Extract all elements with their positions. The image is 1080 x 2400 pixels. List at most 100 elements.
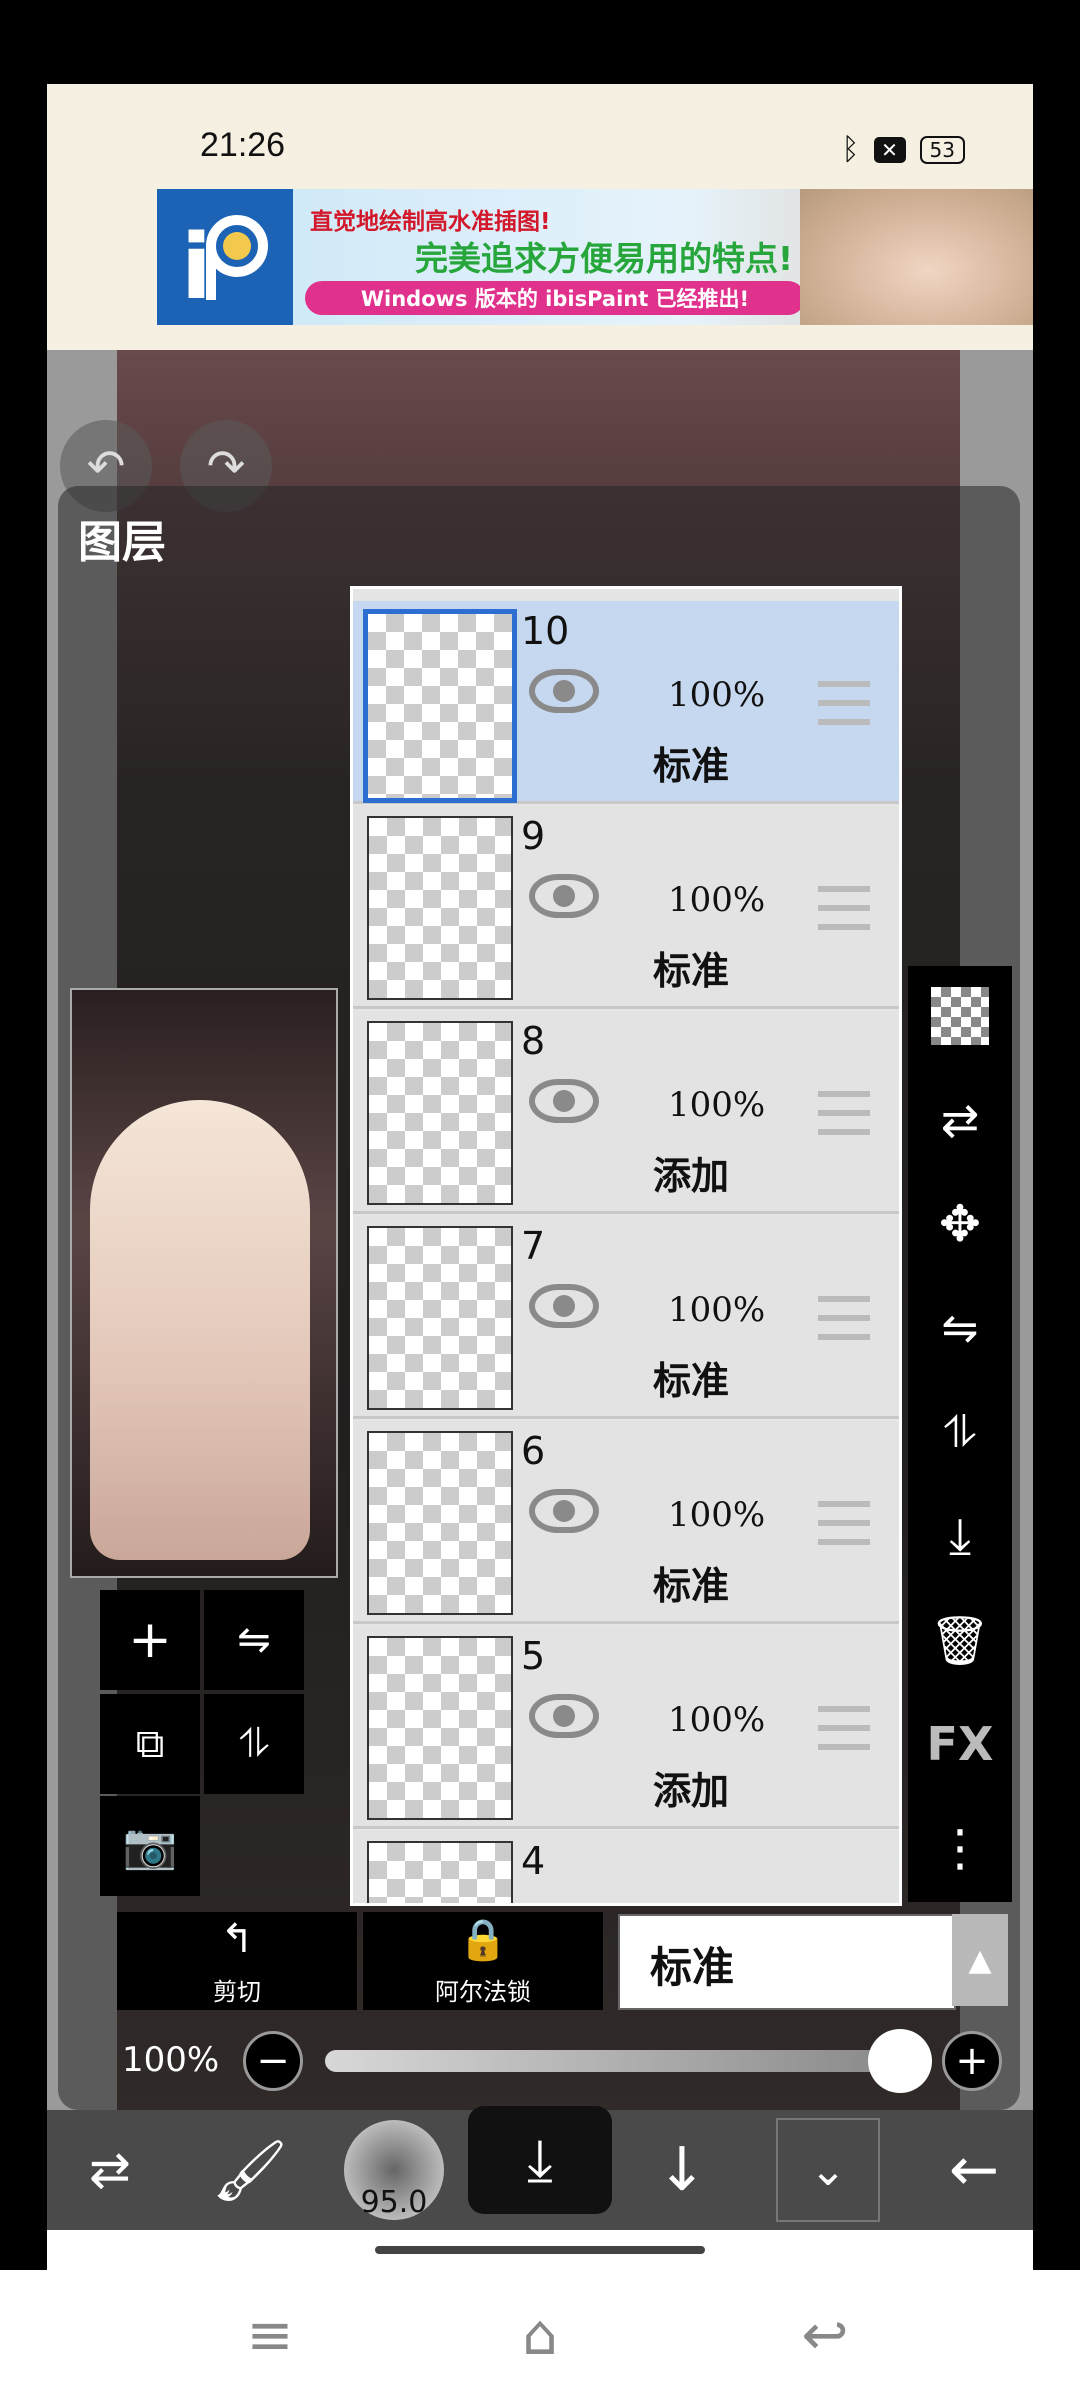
preview-figure bbox=[90, 1100, 310, 1560]
layer-down-button[interactable]: ↓ bbox=[632, 2110, 732, 2230]
flip-layer-vertical-button[interactable]: ⥮ bbox=[908, 1382, 1012, 1482]
camera-button[interactable]: 📷 bbox=[100, 1796, 200, 1896]
fx-button[interactable]: FX bbox=[908, 1694, 1012, 1794]
delete-layer-button[interactable]: 🗑 bbox=[908, 1590, 1012, 1690]
layer-list[interactable]: 10 100% 标准 9 100% 标准 8 100% 添加 7 100% 标准… bbox=[350, 586, 902, 1906]
opacity-increase-button[interactable]: + bbox=[942, 2031, 1002, 2091]
flip-vertical-icon: ⥮ bbox=[944, 1406, 976, 1458]
undo-icon: ↶ bbox=[86, 439, 126, 493]
clipping-button[interactable]: ↰ 剪切 bbox=[117, 1912, 357, 2010]
layer-opacity: 100% bbox=[668, 1495, 766, 1535]
layer-opacity: 100% bbox=[668, 1085, 766, 1125]
drag-handle-icon[interactable] bbox=[818, 1501, 870, 1545]
flip-horizontal-button[interactable]: ⇋ bbox=[204, 1590, 304, 1690]
drag-handle-icon[interactable] bbox=[818, 886, 870, 930]
duplicate-layer-icon: ⧉ bbox=[135, 1721, 165, 1767]
lock-icon: 🔒 bbox=[458, 1917, 508, 1963]
layer-opacity: 100% bbox=[668, 880, 766, 920]
status-time: 21:26 bbox=[200, 126, 286, 164]
home-button[interactable]: ⌂ bbox=[495, 2300, 585, 2370]
blend-mode-dropdown-button[interactable]: ▲ bbox=[952, 1914, 1008, 2006]
layer-row[interactable]: 6 100% 标准 bbox=[353, 1421, 899, 1624]
move-button[interactable]: ✥ bbox=[908, 1174, 1012, 1274]
status-icons: ᛒ ✕ 53 bbox=[842, 132, 965, 167]
eye-icon[interactable] bbox=[529, 1489, 599, 1533]
move-icon: ✥ bbox=[939, 1195, 981, 1253]
arrow-left-icon: ← bbox=[948, 2135, 1000, 2205]
layer-tab-button[interactable]: ⤓ bbox=[468, 2106, 612, 2214]
collapse-button[interactable]: ⌄ bbox=[776, 2118, 880, 2222]
layer-opacity: 100% bbox=[668, 675, 766, 715]
layer-blend-mode: 添加 bbox=[653, 1154, 730, 1198]
layer-tools: + ⇋ ⧉ ⥮ 📷 bbox=[100, 1590, 308, 1896]
drag-handle-icon[interactable] bbox=[818, 1296, 870, 1340]
add-layer-button[interactable]: + bbox=[100, 1590, 200, 1690]
copy-layer-button[interactable]: ⧉ bbox=[100, 1694, 200, 1794]
layer-right-toolbar: ⇄ ✥ ⇋ ⥮ ⤓ 🗑 FX ⋮ bbox=[908, 966, 1012, 1902]
ad-headline: 直觉地绘制高水准插图! bbox=[310, 209, 551, 235]
home-icon: ⌂ bbox=[522, 2302, 558, 2368]
ad-illustration bbox=[800, 189, 1033, 325]
bluetooth-icon: ᛒ bbox=[841, 132, 860, 167]
plus-icon: + bbox=[128, 1610, 172, 1670]
eye-icon[interactable] bbox=[529, 669, 599, 713]
close-box-icon: ✕ bbox=[873, 136, 906, 163]
more-options-button[interactable]: ⋮ bbox=[908, 1798, 1012, 1898]
opacity-decrease-button[interactable]: − bbox=[243, 2031, 303, 2091]
ad-cta[interactable]: Windows 版本的 ibisPaint 已经推出! bbox=[305, 281, 805, 315]
eye-icon[interactable] bbox=[529, 874, 599, 918]
transparency-button[interactable] bbox=[908, 966, 1012, 1066]
layer-thumbnail bbox=[367, 1021, 513, 1205]
layer-thumbnail bbox=[367, 1841, 513, 1903]
download-icon: ⤓ bbox=[527, 2125, 553, 2194]
layer-swap-button[interactable]: ⇄ bbox=[908, 1070, 1012, 1170]
layer-thumbnail bbox=[367, 1636, 513, 1820]
eye-icon[interactable] bbox=[529, 1079, 599, 1123]
layer-blend-mode: 标准 bbox=[653, 744, 730, 788]
flip-horizontal-icon: ⇋ bbox=[237, 1617, 271, 1663]
layer-row[interactable]: 7 100% 标准 bbox=[353, 1216, 899, 1419]
flip-horizontal-icon: ⇋ bbox=[941, 1302, 979, 1354]
brush-size-button[interactable]: 95.0 bbox=[344, 2120, 444, 2220]
layer-number: 8 bbox=[521, 1019, 546, 1063]
clipping-arrow-icon: ↰ bbox=[220, 1916, 254, 1962]
drag-handle-icon[interactable] bbox=[818, 1706, 870, 1750]
layer-number: 4 bbox=[521, 1839, 546, 1883]
recent-apps-button[interactable]: ≡ bbox=[225, 2300, 315, 2370]
layer-blend-mode: 标准 bbox=[653, 1564, 730, 1608]
layer-number: 9 bbox=[521, 814, 546, 858]
flip-vertical-button[interactable]: ⥮ bbox=[204, 1694, 304, 1794]
opacity-slider-knob[interactable] bbox=[868, 2029, 932, 2093]
eye-icon[interactable] bbox=[529, 1694, 599, 1738]
battery-indicator: 53 bbox=[919, 135, 965, 164]
layer-thumbnail bbox=[367, 1226, 513, 1410]
merge-down-button[interactable]: ⤓ bbox=[908, 1486, 1012, 1586]
opacity-slider[interactable] bbox=[325, 2050, 905, 2072]
back-button[interactable]: ← bbox=[924, 2110, 1024, 2230]
flip-layer-horizontal-button[interactable]: ⇋ bbox=[908, 1278, 1012, 1378]
brush-button[interactable]: 🖌 bbox=[200, 2110, 300, 2230]
drag-handle-icon[interactable] bbox=[818, 681, 870, 725]
home-indicator[interactable] bbox=[375, 2246, 705, 2254]
merge-down-icon: ⤓ bbox=[948, 1506, 972, 1565]
brush-icon: 🖌 bbox=[211, 2135, 289, 2206]
alpha-lock-button[interactable]: 🔒 阿尔法锁 bbox=[363, 1912, 603, 2010]
tool-switch-icon: ⇄ bbox=[89, 2141, 131, 2199]
layer-row[interactable]: 9 100% 标准 bbox=[353, 806, 899, 1009]
layer-row[interactable]: 10 100% 标准 bbox=[353, 601, 899, 804]
layer-blend-mode: 添加 bbox=[653, 1769, 730, 1813]
arrow-down-icon: ↓ bbox=[656, 2135, 708, 2205]
layer-thumbnail bbox=[363, 609, 517, 803]
layer-number: 10 bbox=[521, 609, 570, 653]
system-back-button[interactable]: ↩ bbox=[780, 2300, 870, 2370]
double-chevron-down-icon: ⌄ bbox=[809, 2144, 847, 2196]
layer-row[interactable]: 5 100% 添加 bbox=[353, 1626, 899, 1829]
drag-handle-icon[interactable] bbox=[818, 1091, 870, 1135]
tool-switch-button[interactable]: ⇄ bbox=[60, 2110, 160, 2230]
camera-icon: 📷 bbox=[122, 1821, 178, 1872]
ad-subheadline: 完美追求方便易用的特点! bbox=[415, 239, 794, 278]
eye-icon[interactable] bbox=[529, 1284, 599, 1328]
plus-icon: + bbox=[955, 2038, 989, 2084]
layer-row[interactable]: 4 bbox=[353, 1831, 899, 1903]
layer-row[interactable]: 8 100% 添加 bbox=[353, 1011, 899, 1214]
